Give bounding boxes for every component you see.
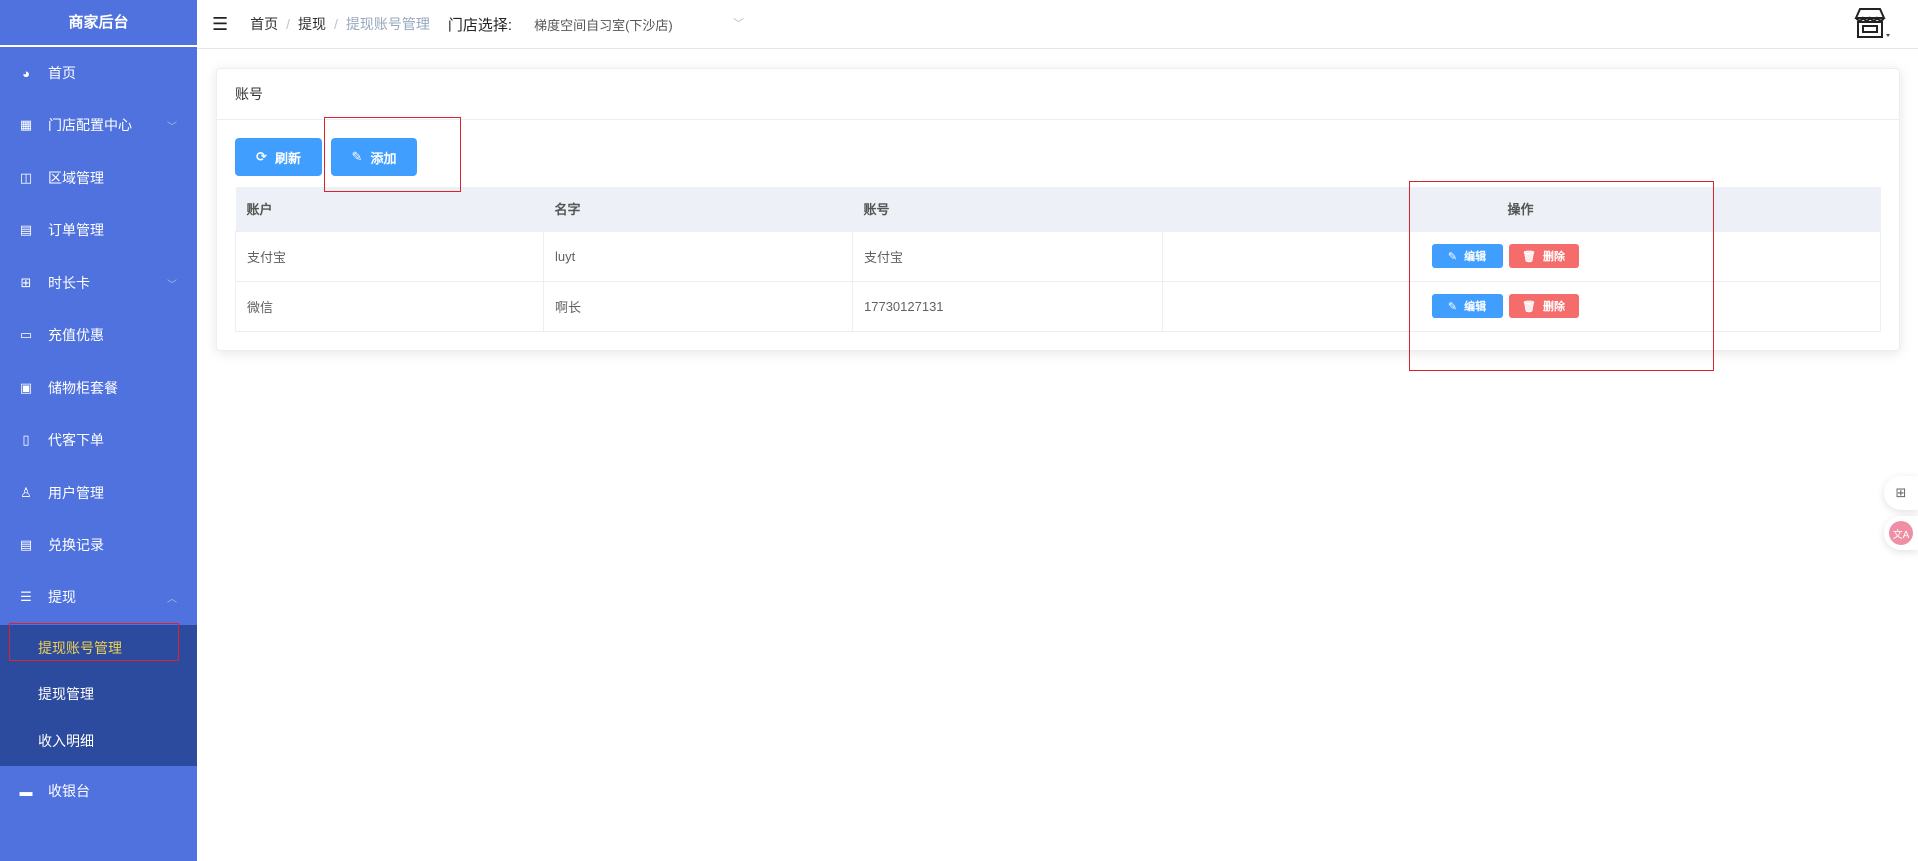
chevron-down-icon: ﹀ <box>733 17 745 30</box>
submenu-item-income-details[interactable]: 收入明细 <box>0 718 197 764</box>
sidebar-item-0[interactable]: ◕ 首页 <box>0 47 197 99</box>
sidebar-item-label: 时长卡 <box>48 275 90 291</box>
chevron-up-icon: ︿ <box>167 593 177 605</box>
breadcrumb-current: 提现账号管理 <box>345 16 430 32</box>
breadcrumb-home[interactable]: 首页 <box>250 16 278 32</box>
sidebar-item-label: 兑换记录 <box>48 537 104 553</box>
sidebar-item-label: 首页 <box>48 65 76 81</box>
sidebar-item-label: 订单管理 <box>48 222 104 238</box>
delete-button[interactable]: 🗑 删除 <box>1508 294 1579 318</box>
delete-label: 删除 <box>1542 251 1565 263</box>
cell-name: luyt <box>543 231 853 282</box>
sidebar-item-label: 门店配置中心 <box>48 117 132 133</box>
chevron-down-icon: ﹀ <box>167 279 177 291</box>
column-header-name: 名字 <box>543 187 853 232</box>
cell-spacer <box>1707 281 1881 332</box>
user-icon: ♙ <box>20 485 32 500</box>
submenu-item-account-management[interactable]: 提现账号管理 <box>0 625 197 671</box>
account-table: 账户 名字 账号 操作 支付宝 luyt 支付宝 ✎ 编辑 🗑 删除 微信 啊长 17730127… <box>235 187 1881 332</box>
refresh-button[interactable]: ⟳ 刷新 <box>235 138 322 176</box>
edit-icon: ✎ <box>1447 300 1458 313</box>
translate-icon[interactable]: 文A <box>1884 516 1918 550</box>
store-select-value: 梯度空间自习室(下沙店) <box>534 17 673 33</box>
document-icon: ▤ <box>19 222 33 237</box>
submenu-withdraw: 提现账号管理 提现管理 收入明细 <box>0 625 197 766</box>
dashboard-icon: ◕ <box>22 65 30 81</box>
table-row: 微信 啊长 17730127131 ✎ 编辑 🗑 删除 <box>235 281 1881 332</box>
grid-icon: ▦ <box>19 117 33 132</box>
sidebar-title: 商家后台 <box>0 0 197 47</box>
sidebar-item-11[interactable]: ▬ 收银台 <box>0 765 197 817</box>
cell-account: 支付宝 <box>235 231 544 282</box>
sliders-icon: ☰ <box>20 589 32 604</box>
table-row: 支付宝 luyt 支付宝 ✎ 编辑 🗑 删除 <box>235 231 1881 282</box>
menu-toggle-icon[interactable]: ☰ <box>212 14 228 35</box>
column-header-blank <box>1162 187 1334 232</box>
add-button[interactable]: ✎ 添加 <box>331 138 417 176</box>
sidebar-item-label: 提现 <box>48 589 76 605</box>
sidebar-item-4[interactable]: ⊞ 时长卡 ﹀ <box>0 257 197 309</box>
refresh-icon: ⟳ <box>256 149 267 164</box>
sidebar-item-6[interactable]: ▣ 储物柜套餐 <box>0 362 197 414</box>
edit-button[interactable]: ✎ 编辑 <box>1431 294 1503 318</box>
wallet-icon: ▭ <box>19 327 33 342</box>
sidebar-item-8[interactable]: ♙ 用户管理 <box>0 467 197 519</box>
edit-icon: ✎ <box>351 149 363 164</box>
column-header-number: 账号 <box>852 187 1163 232</box>
store-avatar-icon[interactable] <box>1852 6 1890 42</box>
list-icon: ▤ <box>19 537 33 552</box>
apps-icon[interactable]: ⊞ <box>1884 476 1918 510</box>
sidebar-item-5[interactable]: ▭ 充值优惠 <box>0 309 197 361</box>
sidebar-item-label: 区域管理 <box>48 170 104 186</box>
sidebar-item-3[interactable]: ▤ 订单管理 <box>0 204 197 256</box>
cell-name: 啊长 <box>543 281 853 332</box>
sidebar-item-9[interactable]: ▤ 兑换记录 <box>0 519 197 571</box>
trash-icon: 🗑 <box>1522 250 1536 263</box>
cell-number: 17730127131 <box>852 281 1163 332</box>
sidebar-item-2[interactable]: ◫ 区域管理 <box>0 152 197 204</box>
sidebar-item-label: 充值优惠 <box>48 327 104 343</box>
clipboard-icon: ▯ <box>22 432 30 447</box>
column-header-account: 账户 <box>235 187 544 232</box>
chevron-down-icon: ﹀ <box>167 121 177 133</box>
store-select-label: 门店选择: <box>447 16 513 34</box>
cell-blank <box>1162 231 1334 282</box>
store-select[interactable]: 梯度空间自习室(下沙店) ﹀ <box>534 15 744 34</box>
cell-actions: ✎ 编辑 🗑 删除 <box>1333 281 1708 332</box>
sidebar-item-label: 收银台 <box>48 783 90 799</box>
sidebar-item-7[interactable]: ▯ 代客下单 <box>0 414 197 466</box>
card-title: 账号 <box>217 69 1899 120</box>
column-header-actions: 操作 <box>1333 187 1708 232</box>
sidebar: 商家后台 ◕ 首页 ▦ 门店配置中心 ﹀ ◫ 区域管理 ▤ 订单管理 ⊞ 时长卡 ﹀ ▭ 充值优惠 ▣ 储物柜… <box>0 0 197 861</box>
trash-icon: 🗑 <box>1522 300 1536 313</box>
monitor-icon: ▬ <box>19 783 33 799</box>
top-header: ☰ 首页 / 提现 / 提现账号管理 门店选择: 梯度空间自习室(下沙店) ﹀ <box>197 0 1918 49</box>
add-label: 添加 <box>370 150 397 166</box>
edit-label: 编辑 <box>1464 251 1487 263</box>
cell-blank <box>1162 281 1334 332</box>
edit-label: 编辑 <box>1464 301 1487 313</box>
cell-actions: ✎ 编辑 🗑 删除 <box>1333 231 1708 282</box>
delete-button[interactable]: 🗑 删除 <box>1508 244 1579 268</box>
gift-icon: ⊞ <box>20 275 32 290</box>
sidebar-item-label: 储物柜套餐 <box>48 380 118 396</box>
cell-spacer <box>1707 231 1881 282</box>
column-header-spacer <box>1707 187 1881 232</box>
locker-icon: ▣ <box>19 380 33 395</box>
edit-icon: ✎ <box>1447 250 1458 263</box>
sidebar-item-label: 用户管理 <box>48 485 104 501</box>
sidebar-item-10[interactable]: ☰ 提现 ︿ <box>0 571 197 623</box>
cell-account: 微信 <box>235 281 544 332</box>
sidebar-item-label: 代客下单 <box>48 432 104 448</box>
sidebar-item-1[interactable]: ▦ 门店配置中心 ﹀ <box>0 99 197 151</box>
submenu-item-withdraw-management[interactable]: 提现管理 <box>0 671 197 717</box>
delete-label: 删除 <box>1542 301 1565 313</box>
cell-number: 支付宝 <box>852 231 1163 282</box>
book-icon: ◫ <box>19 170 33 185</box>
breadcrumb-withdraw[interactable]: 提现 <box>298 16 326 32</box>
breadcrumb: 首页 / 提现 / 提现账号管理 <box>250 16 430 32</box>
refresh-label: 刷新 <box>274 150 301 166</box>
edit-button[interactable]: ✎ 编辑 <box>1431 244 1503 268</box>
